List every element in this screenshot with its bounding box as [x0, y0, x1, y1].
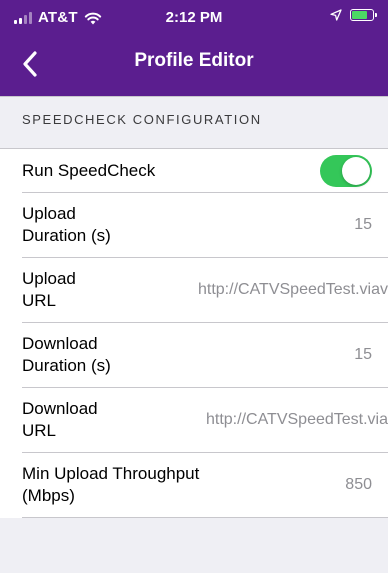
upload-url-value[interactable]: http://CATVSpeedTest.viav — [198, 281, 388, 299]
status-right — [330, 9, 377, 21]
min-upload-throughput-row[interactable]: Min Upload Throughput (Mbps) 850 — [22, 453, 388, 518]
run-speedcheck-toggle[interactable] — [320, 155, 372, 187]
run-speedcheck-row[interactable]: Run SpeedCheck — [22, 149, 388, 193]
download-url-value[interactable]: http://CATVSpeedTest.via — [206, 411, 388, 429]
battery-level — [352, 11, 368, 19]
header: AT&T 2:12 PM Profile Editor — [0, 0, 388, 96]
row-label: Min Upload Throughput (Mbps) — [22, 464, 200, 505]
nav-bar: Profile Editor — [0, 36, 388, 92]
toggle-knob — [342, 157, 370, 185]
page-title: Profile Editor — [134, 50, 254, 71]
settings-list: Run SpeedCheck Upload Duration (s) 15 Up… — [0, 148, 388, 518]
upload-duration-value[interactable]: 15 — [354, 216, 372, 234]
location-arrow-icon — [330, 9, 342, 21]
row-label: Upload Duration (s) — [22, 204, 111, 245]
row-label: Download URL — [22, 399, 98, 440]
row-label: Download Duration (s) — [22, 334, 111, 375]
row-label: Upload URL — [22, 269, 76, 310]
section-title: SPEEDCHECK CONFIGURATION — [22, 112, 262, 127]
download-url-row[interactable]: Download URL http://CATVSpeedTest.via — [22, 388, 388, 453]
status-bar: AT&T 2:12 PM — [0, 0, 388, 36]
upload-duration-row[interactable]: Upload Duration (s) 15 — [22, 193, 388, 258]
battery-icon — [350, 9, 377, 21]
upload-url-row[interactable]: Upload URL http://CATVSpeedTest.viav — [22, 258, 388, 323]
download-duration-row[interactable]: Download Duration (s) 15 — [22, 323, 388, 388]
min-upload-throughput-value[interactable]: 850 — [345, 476, 372, 494]
row-label: Run SpeedCheck — [22, 160, 156, 180]
section-header: SPEEDCHECK CONFIGURATION — [0, 96, 388, 148]
download-duration-value[interactable]: 15 — [354, 346, 372, 364]
